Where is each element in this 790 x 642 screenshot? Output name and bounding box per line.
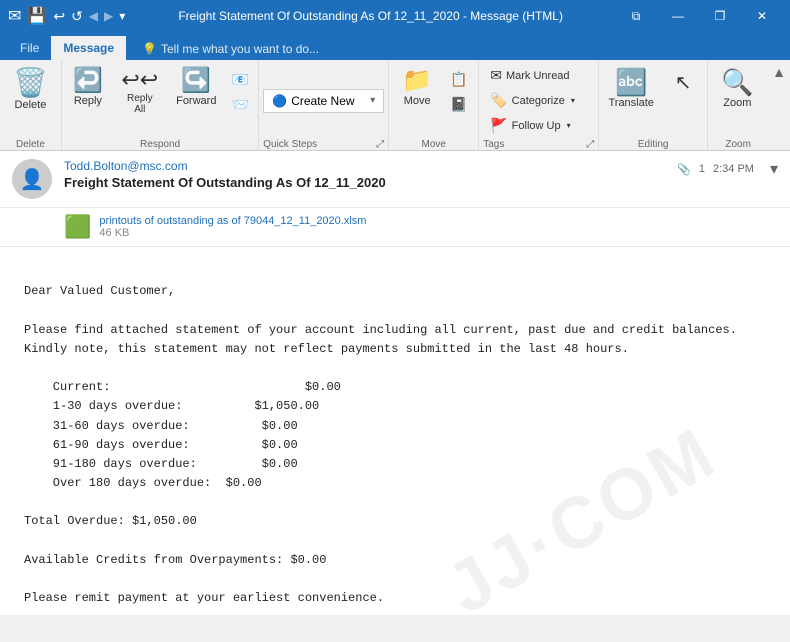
- avatar-person-icon: 👤: [20, 167, 45, 192]
- respond-group: ↩️ Reply ↩↩ Reply All ↪️ Forward 📧 📨 Res…: [62, 60, 259, 150]
- app-icon: ✉: [8, 6, 21, 26]
- translate-icon: 🔤: [615, 69, 647, 95]
- zoom-icon: 🔍: [721, 69, 753, 95]
- window-title: Freight Statement Of Outstanding As Of 1…: [125, 9, 616, 23]
- email-info: Todd.Bolton@msc.com Freight Statement Of…: [64, 159, 665, 190]
- follow-up-button[interactable]: 🚩 Follow Up ▾: [483, 114, 594, 137]
- zoom-group: 🔍 Zoom Zoom: [708, 60, 768, 150]
- forward-button[interactable]: ↪️ Forward: [170, 64, 223, 112]
- respond-extra-btn1[interactable]: 📧: [227, 68, 254, 91]
- email-time: 2:34 PM: [713, 163, 754, 175]
- reply-all-button[interactable]: ↩↩ Reply All: [114, 64, 166, 120]
- editing-group-label: Editing: [603, 137, 703, 150]
- quickstep-icon: 🔵: [272, 94, 287, 108]
- attachment-info: printouts of outstanding as of 79044_12_…: [99, 215, 366, 239]
- create-new-button[interactable]: 🔵 Create New ▾: [263, 89, 384, 113]
- delete-button[interactable]: 🗑️ Delete: [4, 64, 57, 116]
- follow-up-arrow-icon: ▾: [567, 121, 571, 130]
- attachment-row: 🟩 printouts of outstanding as of 79044_1…: [0, 208, 790, 247]
- cursor-icon: ↖: [675, 73, 692, 93]
- quickstep-arrow-icon: ▾: [370, 95, 375, 106]
- reply-button[interactable]: ↩️ Reply: [66, 64, 110, 112]
- flag-icon: 🚩: [490, 117, 507, 134]
- categorize-arrow-icon: ▾: [571, 96, 575, 105]
- rules-icon: 📋: [450, 71, 467, 88]
- close-button[interactable]: ✕: [742, 0, 782, 32]
- quick-steps-label: Quick Steps: [263, 139, 317, 150]
- envelope-small-icon: 📧: [232, 71, 249, 88]
- move-icon: 📁: [402, 69, 432, 93]
- quick-steps-group: 🔵 Create New ▾ Quick Steps ⤢: [259, 60, 389, 150]
- excel-icon: 🟩: [64, 214, 91, 240]
- attachment-count: 1: [699, 163, 705, 175]
- delete-group: 🗑️ Delete Delete: [0, 60, 62, 150]
- select-button[interactable]: ↖: [663, 64, 703, 98]
- menu-tab-message[interactable]: Message: [51, 36, 126, 60]
- restore-button[interactable]: ❐: [700, 0, 740, 32]
- respond-extra-btn2[interactable]: 📨: [227, 93, 254, 116]
- onenote-icon: 📓: [450, 96, 467, 113]
- tile-button[interactable]: ⧉: [616, 0, 656, 32]
- envelope-small2-icon: 📨: [232, 96, 249, 113]
- move-group-label: Move: [393, 137, 474, 150]
- forward-icon[interactable]: ▶: [104, 9, 113, 23]
- title-bar: ✉ 💾 ↩ ↺ ◀ ▶ ▾ Freight Statement Of Outst…: [0, 0, 790, 32]
- lightbulb-icon: 💡: [142, 42, 157, 56]
- attachment-size: 46 KB: [99, 227, 366, 239]
- email-subject: Freight Statement Of Outstanding As Of 1…: [64, 175, 665, 190]
- ribbon: 🗑️ Delete Delete ↩️ Reply ↩↩ Reply All ↪…: [0, 60, 790, 151]
- zoom-button[interactable]: 🔍 Zoom: [712, 64, 762, 114]
- email-from[interactable]: Todd.Bolton@msc.com: [64, 159, 665, 173]
- respond-group-label: Respond: [66, 137, 254, 150]
- undo-icon[interactable]: ↩: [53, 8, 65, 25]
- back-icon[interactable]: ◀: [89, 9, 98, 23]
- forward-icon: ↪️: [181, 69, 211, 93]
- tell-me-box[interactable]: 💡 Tell me what you want to do...: [134, 38, 327, 60]
- rules-button[interactable]: 📋: [445, 68, 472, 91]
- editing-group: 🔤 Translate ↖ Editing: [599, 60, 708, 150]
- move-group: 📁 Move 📋 📓 Move: [389, 60, 479, 150]
- translate-button[interactable]: 🔤 Translate: [603, 64, 659, 114]
- save-icon[interactable]: 💾: [27, 6, 47, 26]
- tags-group-label: Tags: [483, 139, 504, 150]
- reply-all-icon: ↩↩: [121, 69, 158, 91]
- reply-icon: ↩️: [73, 69, 103, 93]
- onenote-button[interactable]: 📓: [445, 93, 472, 116]
- zoom-group-label: Zoom: [712, 137, 764, 150]
- categorize-icon: 🏷️: [490, 92, 507, 109]
- attachment-indicator-icon: 📎: [677, 163, 691, 176]
- menu-tab-file[interactable]: File: [8, 36, 51, 60]
- sender-avatar: 👤: [12, 159, 52, 199]
- mark-unread-icon: ✉: [490, 67, 502, 84]
- ribbon-collapse-icon[interactable]: ▲: [772, 64, 786, 80]
- email-expand-icon[interactable]: ▾: [770, 159, 778, 179]
- email-time-area: 📎 1 2:34 PM ▾: [677, 159, 778, 179]
- categorize-button[interactable]: 🏷️ Categorize ▾: [483, 89, 594, 112]
- quick-steps-expand-icon[interactable]: ⤢: [376, 139, 384, 150]
- email-meta: 👤 Todd.Bolton@msc.com Freight Statement …: [0, 151, 790, 208]
- attachment-name[interactable]: printouts of outstanding as of 79044_12_…: [99, 215, 366, 227]
- tags-group: ✉ Mark Unread 🏷️ Categorize ▾ 🚩 Follow U…: [479, 60, 599, 150]
- minimize-button[interactable]: —: [658, 0, 698, 32]
- tags-expand-icon[interactable]: ⤢: [586, 139, 594, 150]
- delete-icon: 🗑️: [13, 69, 48, 97]
- delete-group-label: Delete: [4, 137, 57, 150]
- menu-bar: File Message 💡 Tell me what you want to …: [0, 32, 790, 60]
- mark-unread-button[interactable]: ✉ Mark Unread: [483, 64, 594, 87]
- move-button[interactable]: 📁 Move: [393, 64, 441, 112]
- redo-icon[interactable]: ↺: [71, 8, 83, 25]
- email-body: Dear Valued Customer, Please find attach…: [0, 247, 790, 615]
